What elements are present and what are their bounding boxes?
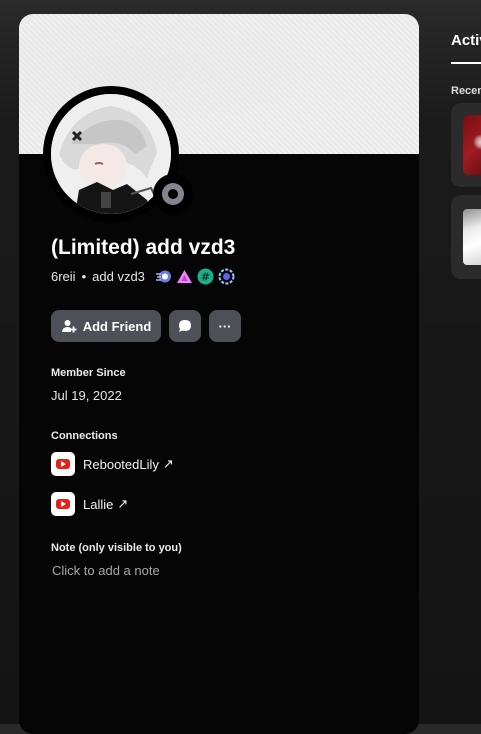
separator: •	[81, 269, 87, 284]
add-friend-label: Add Friend	[82, 318, 152, 334]
external-link-icon: ↗	[162, 456, 174, 471]
note-input[interactable]: Click to add a note	[52, 563, 160, 578]
youtube-icon	[51, 492, 75, 516]
add-friend-button[interactable]: Add Friend	[51, 310, 161, 342]
more-dots-icon: ···	[218, 318, 232, 334]
activity-card[interactable]	[451, 195, 481, 279]
side-recent-label: Recen	[451, 85, 481, 97]
nitro-orb-icon[interactable]	[155, 268, 172, 285]
side-panel-title[interactable]: Activ	[451, 32, 481, 49]
hypesquad-icon[interactable]	[176, 268, 193, 285]
connection-item[interactable]: RebootedLily ↗	[51, 452, 174, 476]
pronoun-tag: add vzd3	[92, 269, 145, 284]
youtube-icon	[51, 452, 75, 476]
activity-card[interactable]	[451, 103, 481, 187]
activity-thumbnail	[463, 115, 481, 175]
avatar-frame[interactable]	[43, 86, 193, 222]
username[interactable]: 6reii	[51, 269, 76, 284]
more-options-button[interactable]: ···	[209, 310, 241, 342]
connections-label: Connections	[51, 430, 118, 442]
chat-bubble-icon	[179, 320, 191, 332]
profile-card: (Limited) add vzd3 6reii • add vzd3 # Ad…	[19, 14, 419, 734]
status-indicator	[153, 174, 193, 214]
username-row: 6reii • add vzd3 #	[51, 268, 235, 285]
quest-icon[interactable]	[218, 268, 235, 285]
offline-status-icon	[162, 183, 184, 205]
external-link-icon: ↗	[117, 496, 129, 511]
connection-name[interactable]: RebootedLily	[83, 457, 159, 472]
side-tab-underline	[451, 62, 481, 64]
svg-text:#: #	[201, 271, 210, 284]
action-bar: Add Friend ···	[51, 310, 241, 342]
add-friend-icon	[61, 320, 77, 333]
activity-thumbnail	[463, 209, 481, 265]
message-button[interactable]	[169, 310, 201, 342]
connection-name[interactable]: Lallie	[83, 497, 113, 512]
display-name: (Limited) add vzd3	[51, 236, 236, 259]
badge-list: #	[155, 268, 235, 285]
member-since-label: Member Since	[51, 367, 126, 379]
connection-item[interactable]: Lallie ↗	[51, 492, 128, 516]
member-since-date: Jul 19, 2022	[51, 388, 122, 403]
hash-icon[interactable]: #	[197, 268, 214, 285]
note-label: Note (only visible to you)	[51, 542, 182, 554]
